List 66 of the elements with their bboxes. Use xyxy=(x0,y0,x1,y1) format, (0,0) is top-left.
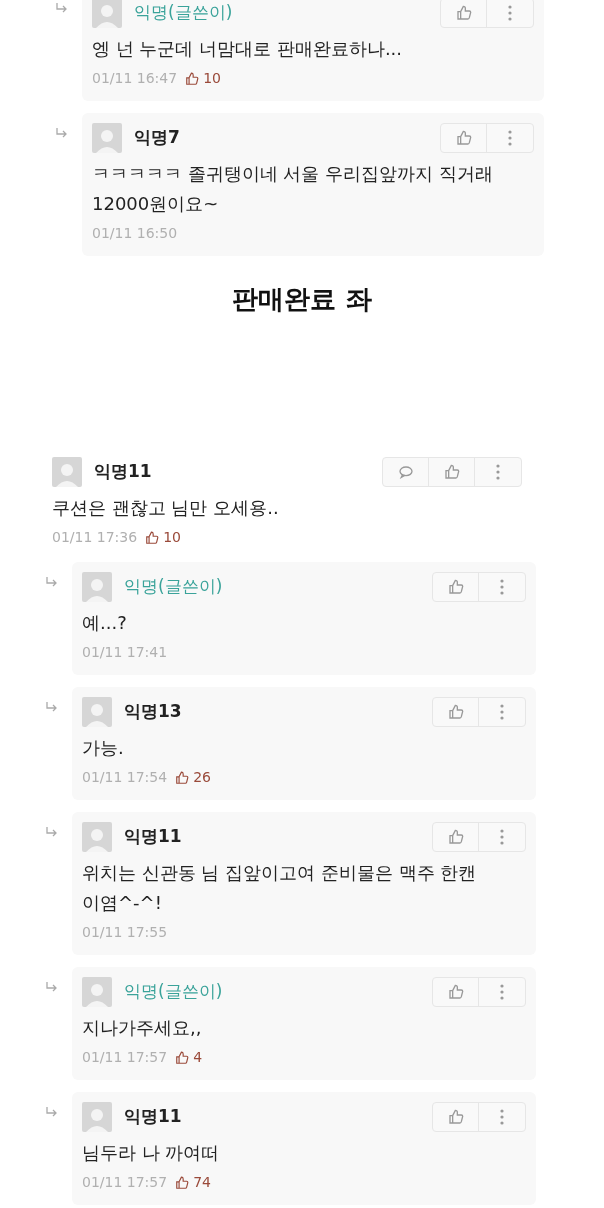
avatar-icon xyxy=(82,822,112,852)
more-icon xyxy=(500,704,504,720)
thumbs-up-icon xyxy=(447,704,464,720)
more-icon xyxy=(500,579,504,595)
thumbs-up-icon xyxy=(447,579,464,595)
like-count: 10 xyxy=(185,68,221,89)
comment-text: 지나가주세요,, xyxy=(82,1016,203,1040)
more-icon xyxy=(500,829,504,845)
thumbs-up-icon xyxy=(455,130,472,146)
timestamp: 01/11 16:50 xyxy=(92,224,178,243)
thumbs-up-icon xyxy=(145,530,160,545)
reply-arrow-icon xyxy=(46,981,58,993)
author-name: 익명(글쓴이) xyxy=(134,1,233,25)
speech-bubble-icon xyxy=(397,465,414,479)
more-icon xyxy=(496,464,500,480)
like-count: 26 xyxy=(175,767,211,788)
caption: 판매완료 좌 xyxy=(232,283,372,316)
author-name: 익명7 xyxy=(134,126,180,150)
comment-text: 쿠션은 괜찮고 님만 오세용.. xyxy=(52,496,280,520)
comment-text: ㅋㅋㅋㅋㅋ 졸귀탱이네 서울 우리집앞까지 직거래 12000원이요~ xyxy=(92,162,494,216)
author-name: 익명11 xyxy=(124,1105,182,1129)
comment-text: 위치는 신관동 님 집앞이고여 준비물은 맥주 한캔이염^-^! xyxy=(82,861,478,915)
more-icon xyxy=(500,984,504,1000)
timestamp: 01/11 16:47 xyxy=(92,69,178,88)
thumbs-up-icon xyxy=(185,71,200,86)
more-icon xyxy=(508,5,512,21)
avatar-icon xyxy=(52,457,82,487)
thumbs-up-icon xyxy=(443,464,460,480)
reply-arrow-icon xyxy=(46,701,58,713)
like-count: 4 xyxy=(175,1047,203,1068)
avatar-icon xyxy=(82,1102,112,1132)
comment-text: 예...? xyxy=(82,611,128,635)
comment-text: 님두라 나 까여떠 xyxy=(82,1141,221,1165)
timestamp: 01/11 17:57 xyxy=(82,1173,168,1192)
avatar-icon xyxy=(82,572,112,602)
avatar-icon xyxy=(92,123,122,153)
author-name: 익명11 xyxy=(94,460,152,484)
reply-arrow-icon xyxy=(46,576,58,588)
author-name: 익명13 xyxy=(124,700,182,724)
thumbs-up-icon xyxy=(447,829,464,845)
more-icon xyxy=(508,130,512,146)
thumbs-up-icon xyxy=(175,1175,190,1190)
timestamp: 01/11 17:55 xyxy=(82,923,168,942)
like-count: 74 xyxy=(175,1172,211,1193)
more-icon xyxy=(500,1109,504,1125)
timestamp: 01/11 17:57 xyxy=(82,1048,168,1067)
author-name: 익명(글쓴이) xyxy=(124,980,223,1004)
timestamp: 01/11 17:36 xyxy=(52,528,138,547)
thumbs-up-icon xyxy=(175,1050,190,1065)
thumbs-up-icon xyxy=(447,1109,464,1125)
thumbs-up-icon xyxy=(175,770,190,785)
timestamp: 01/11 17:54 xyxy=(82,768,168,787)
author-name: 익명11 xyxy=(124,825,182,849)
comment-text: 가능. xyxy=(82,736,125,760)
like-count: 10 xyxy=(145,527,181,548)
avatar-icon xyxy=(82,977,112,1007)
author-name: 익명(글쓴이) xyxy=(124,575,223,599)
thumbs-up-icon xyxy=(447,984,464,1000)
timestamp: 01/11 17:41 xyxy=(82,643,168,662)
comment-text: 엥 넌 누군데 너맘대로 판매완료하나... xyxy=(92,37,404,61)
reply-arrow-icon xyxy=(46,826,58,838)
reply-arrow-icon xyxy=(56,127,68,139)
thumbs-up-icon xyxy=(455,5,472,21)
reply-arrow-icon xyxy=(46,1106,58,1118)
avatar-icon xyxy=(82,697,112,727)
reply-arrow-icon xyxy=(56,2,68,14)
